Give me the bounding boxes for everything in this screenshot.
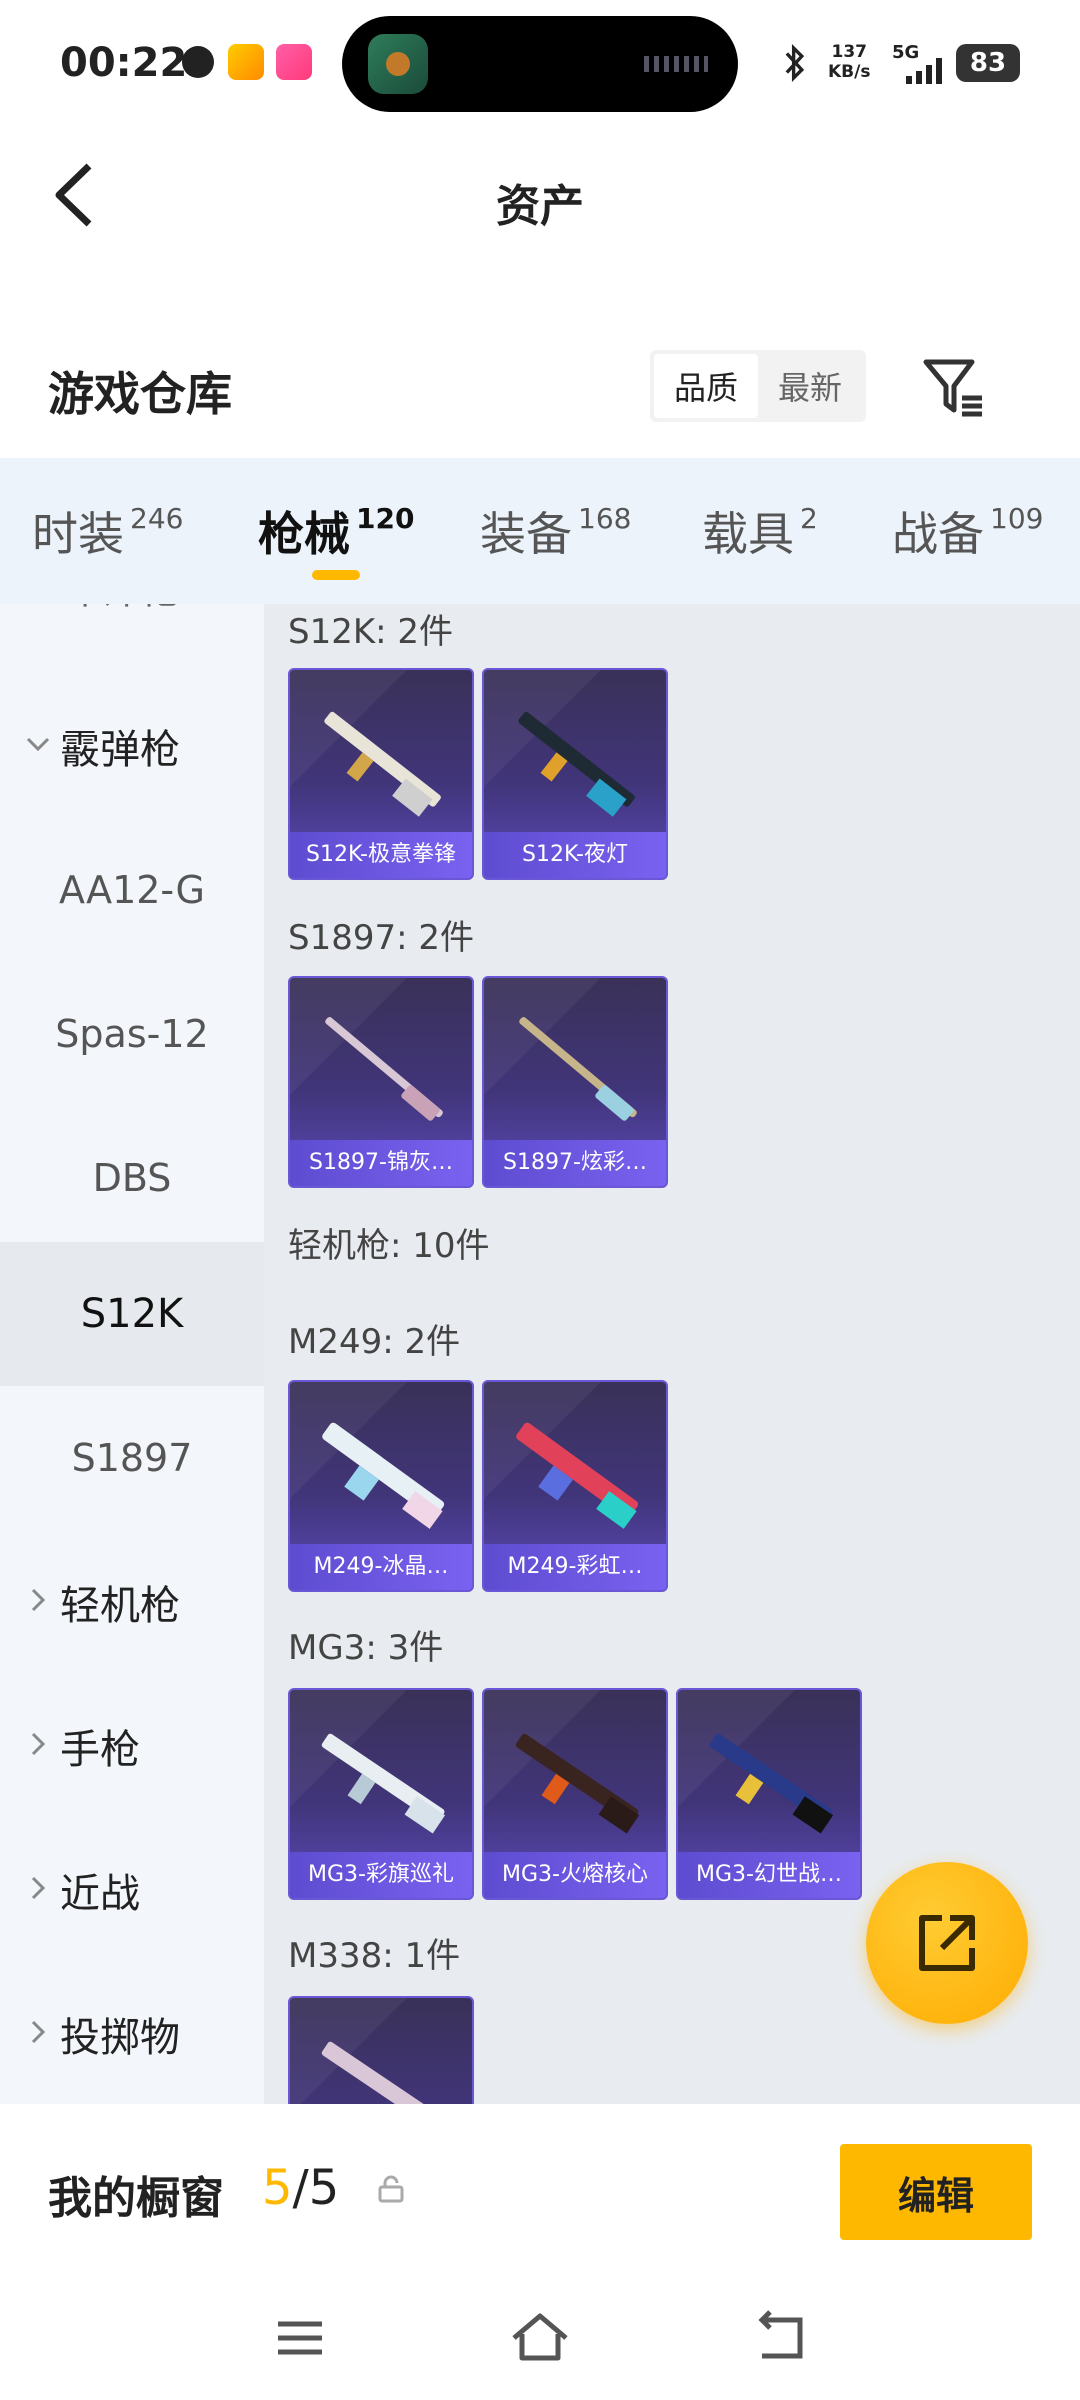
item-card[interactable]: S1897-炫彩… bbox=[482, 976, 668, 1188]
lmg-skin-image bbox=[709, 1733, 834, 1834]
lock-icon bbox=[378, 2175, 404, 2203]
lmg-skin-image bbox=[321, 2041, 445, 2104]
side-item-partial[interactable]: 冲锋枪 bbox=[0, 604, 264, 658]
item-card[interactable]: MG3-幻世战… bbox=[676, 1688, 862, 1900]
status-bar: 00:22 137 KB/s 5G 83 bbox=[0, 0, 1080, 130]
side-item-melee[interactable]: 近战 bbox=[0, 1818, 264, 1962]
group-label-lmg: 轻机枪: 10件 bbox=[288, 1226, 490, 1266]
side-item-lmg[interactable]: 轻机枪 bbox=[0, 1530, 264, 1674]
app-notification-icon-2 bbox=[276, 44, 312, 80]
page-title: 资产 bbox=[496, 181, 584, 232]
lmg-skin-image bbox=[322, 1422, 445, 1529]
shotgun-skin-image bbox=[518, 711, 635, 817]
tab-guns[interactable]: 枪械 120 bbox=[258, 498, 414, 564]
game-app-icon bbox=[368, 34, 428, 94]
globe-icon bbox=[182, 46, 214, 78]
group-label-mg3: MG3: 3件 bbox=[288, 1628, 444, 1668]
showcase-label: 我的橱窗 bbox=[48, 2173, 224, 2224]
active-tab-indicator bbox=[312, 570, 360, 580]
tab-fashion[interactable]: 时装 246 bbox=[32, 498, 183, 564]
side-item-s12k[interactable]: S12K bbox=[0, 1242, 264, 1386]
item-card[interactable] bbox=[288, 1996, 474, 2104]
side-item-pistol[interactable]: 手枪 bbox=[0, 1674, 264, 1818]
chevron-right-icon bbox=[31, 1588, 46, 1612]
side-item-dbs[interactable]: DBS bbox=[0, 1106, 264, 1250]
chevron-right-icon bbox=[31, 1876, 46, 1900]
shotgun-skin-image bbox=[325, 1017, 443, 1121]
back-nav-icon[interactable] bbox=[748, 2306, 812, 2370]
side-nav: 冲锋枪 霰弹枪 AA12-G Spas-12 DBS S12K S1897 轻机… bbox=[0, 604, 264, 2104]
group-label-m338: M338: 1件 bbox=[288, 1936, 461, 1976]
item-card[interactable]: S12K-极意拳锋 bbox=[288, 668, 474, 880]
item-card[interactable]: M249-彩虹… bbox=[482, 1380, 668, 1592]
side-item-shotgun[interactable]: 霰弹枪 bbox=[0, 674, 264, 818]
shotgun-skin-image bbox=[519, 1017, 637, 1121]
chevron-right-icon bbox=[31, 1732, 46, 1756]
item-card[interactable]: MG3-火熔核心 bbox=[482, 1688, 668, 1900]
lmg-skin-image bbox=[515, 1733, 640, 1834]
category-tabs: 时装 246 枪械 120 装备 168 载具 2 战备 109 bbox=[0, 458, 1080, 604]
sort-quality-button[interactable]: 品质 bbox=[654, 354, 758, 418]
chevron-right-icon bbox=[31, 2020, 46, 2044]
filter-icon bbox=[923, 359, 982, 417]
showcase-bar: 我的橱窗 5/5 编辑 bbox=[0, 2104, 1080, 2284]
item-card[interactable]: M249-冰晶… bbox=[288, 1380, 474, 1592]
lmg-skin-image bbox=[321, 1733, 446, 1834]
tab-equipment[interactable]: 装备 168 bbox=[480, 498, 631, 564]
edit-button[interactable]: 编辑 bbox=[840, 2144, 1032, 2240]
header: 资产 bbox=[0, 130, 1080, 260]
group-label-s1897: S1897: 2件 bbox=[288, 918, 475, 958]
side-item-aa12g[interactable]: AA12-G bbox=[0, 818, 264, 962]
share-icon bbox=[919, 1915, 975, 1971]
audio-wave-icon bbox=[644, 56, 708, 72]
menu-icon[interactable] bbox=[268, 2306, 332, 2370]
sort-toggle: 品质 最新 bbox=[650, 350, 866, 422]
signal-icon bbox=[906, 58, 942, 84]
warehouse-title: 游戏仓库 bbox=[48, 367, 232, 421]
sort-newest-button[interactable]: 最新 bbox=[758, 354, 862, 418]
item-card[interactable]: S12K-夜灯 bbox=[482, 668, 668, 880]
bluetooth-icon bbox=[785, 44, 805, 82]
group-label-s12k: S12K: 2件 bbox=[288, 612, 454, 652]
net-speed: 137 KB/s bbox=[828, 42, 871, 82]
chevron-down-icon bbox=[26, 737, 50, 752]
item-card[interactable]: S1897-锦灰… bbox=[288, 976, 474, 1188]
system-nav-bar bbox=[0, 2284, 1080, 2400]
share-fab[interactable] bbox=[866, 1862, 1028, 2024]
shotgun-skin-image bbox=[324, 711, 441, 817]
side-item-spas12[interactable]: Spas-12 bbox=[0, 962, 264, 1106]
side-item-s1897[interactable]: S1897 bbox=[0, 1386, 264, 1530]
showcase-count: 5/5 bbox=[262, 2160, 340, 2216]
filter-button[interactable] bbox=[920, 352, 990, 422]
clock: 00:22 bbox=[60, 40, 188, 86]
warehouse-row: 游戏仓库 品质 最新 bbox=[0, 330, 1080, 450]
lmg-skin-image bbox=[516, 1422, 639, 1529]
tab-vehicles[interactable]: 载具 2 bbox=[702, 498, 818, 564]
group-label-m249: M249: 2件 bbox=[288, 1322, 461, 1362]
battery-icon: 83 bbox=[956, 44, 1020, 82]
dynamic-island[interactable] bbox=[342, 16, 738, 112]
item-card[interactable]: MG3-彩旗巡礼 bbox=[288, 1688, 474, 1900]
side-item-throwable[interactable]: 投掷物 bbox=[0, 1962, 264, 2104]
app-notification-icon bbox=[228, 44, 264, 80]
tab-supplies[interactable]: 战备 109 bbox=[892, 498, 1043, 564]
home-icon[interactable] bbox=[508, 2306, 572, 2370]
